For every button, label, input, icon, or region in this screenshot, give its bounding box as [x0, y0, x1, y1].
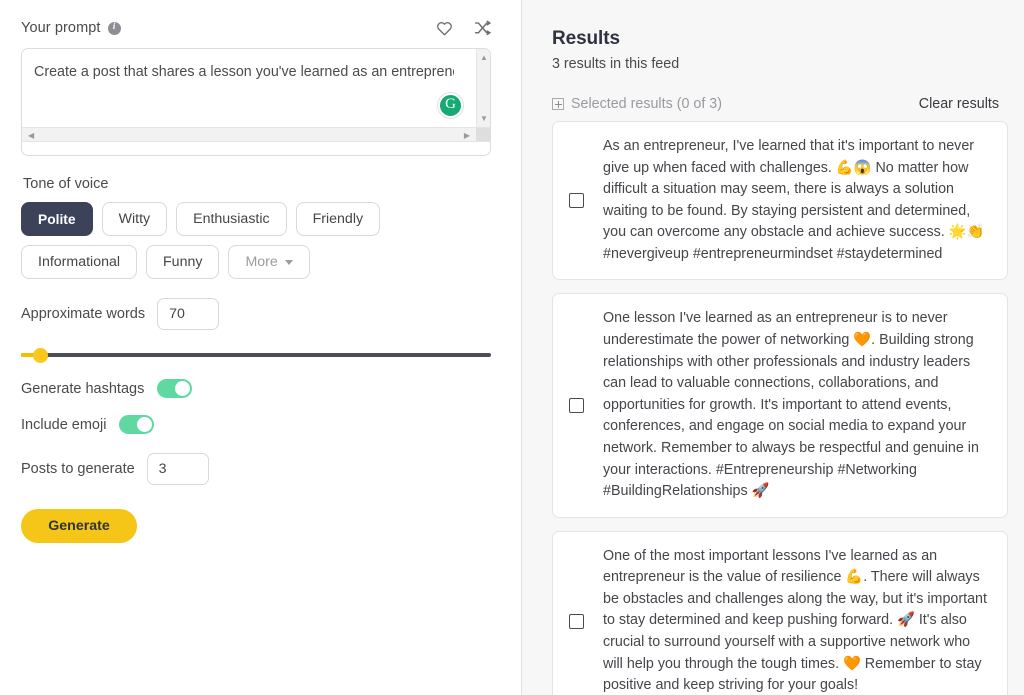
tone-button-witty[interactable]: Witty [101, 202, 168, 236]
prompt-label: Your prompt [21, 20, 101, 36]
result-checkbox[interactable] [569, 398, 584, 414]
scroll-left-icon[interactable]: ◀ [28, 131, 34, 140]
results-toolbar: Selected results (0 of 3) Clear results [552, 96, 1008, 112]
generate-hashtags-toggle[interactable] [157, 379, 193, 398]
tone-of-voice-label: Tone of voice [23, 176, 109, 192]
result-checkbox[interactable] [569, 613, 584, 629]
prompt-header-actions [436, 20, 491, 36]
tone-button-enthusiastic[interactable]: Enthusiastic [176, 202, 287, 236]
include-emoji-row: Include emoji [21, 415, 491, 434]
prompt-settings-panel: Your prompt i Create a post that shares … [0, 0, 522, 695]
result-text: One of the most important lessons I've l… [603, 547, 987, 694]
slider-track[interactable] [21, 353, 491, 357]
result-card[interactable]: As an entrepreneur, I've learned that it… [552, 121, 1008, 281]
generate-hashtags-row: Generate hashtags [21, 379, 491, 398]
generate-button[interactable]: Generate [21, 509, 137, 543]
grammarly-icon[interactable]: G [438, 93, 463, 118]
scroll-right-icon[interactable]: ▶ [464, 131, 470, 140]
info-icon[interactable]: i [107, 21, 121, 35]
generate-hashtags-label: Generate hashtags [21, 380, 145, 397]
result-checkbox[interactable] [569, 193, 584, 209]
grammarly-letter: G [445, 96, 456, 112]
result-card[interactable]: One of the most important lessons I've l… [552, 530, 1008, 695]
clear-results-button[interactable]: Clear results [919, 96, 999, 112]
results-list: As an entrepreneur, I've learned that it… [552, 121, 1008, 695]
chevron-down-icon [284, 259, 293, 265]
posts-to-generate-label: Posts to generate [21, 461, 135, 477]
tone-of-voice-options: Polite Witty Enthusiastic Friendly Infor… [21, 202, 473, 279]
selected-results-label: Selected results (0 of 3) [571, 96, 722, 112]
tone-button-friendly[interactable]: Friendly [295, 202, 381, 236]
scroll-down-icon[interactable]: ▼ [480, 114, 488, 123]
posts-to-generate-input[interactable] [146, 453, 209, 485]
slider-thumb[interactable] [33, 348, 48, 363]
approximate-words-row: Approximate words [21, 298, 491, 330]
results-panel: Results 3 results in this feed Selected … [522, 0, 1024, 695]
toggle-knob [175, 381, 191, 396]
heart-icon[interactable] [436, 20, 453, 36]
prompt-vertical-scrollbar[interactable]: ▲ ▼ [476, 49, 490, 127]
toggle-knob [137, 417, 153, 432]
results-title: Results [552, 28, 620, 49]
expand-plus-icon [552, 98, 564, 110]
posts-to-generate-row: Posts to generate [21, 453, 491, 485]
shuffle-icon[interactable] [474, 20, 491, 36]
result-card[interactable]: One lesson I've learned as an entreprene… [552, 293, 1008, 518]
approximate-words-slider[interactable] [21, 348, 491, 363]
prompt-horizontal-scrollbar[interactable]: ◀ ▶ [22, 127, 490, 142]
app-root: Your prompt i Create a post that shares … [0, 0, 1024, 695]
scroll-up-icon[interactable]: ▲ [480, 53, 488, 62]
approximate-words-label: Approximate words [21, 306, 146, 322]
tone-more-label: More [245, 254, 278, 270]
prompt-input[interactable] [34, 63, 454, 83]
result-text: One lesson I've learned as an entreprene… [603, 310, 979, 500]
result-text: As an entrepreneur, I've learned that it… [603, 138, 985, 262]
include-emoji-label: Include emoji [21, 416, 107, 433]
prompt-textarea-container[interactable]: G ▲ ▼ ◀ ▶ [21, 48, 491, 156]
selected-results-toggle[interactable]: Selected results (0 of 3) [552, 96, 722, 112]
approximate-words-input[interactable] [157, 298, 220, 330]
tone-button-funny[interactable]: Funny [146, 245, 220, 279]
results-count: 3 results in this feed [552, 56, 680, 72]
include-emoji-toggle[interactable] [119, 415, 155, 434]
tone-button-informational[interactable]: Informational [21, 245, 138, 279]
tone-more-button[interactable]: More [228, 245, 310, 279]
tone-button-polite[interactable]: Polite [21, 202, 93, 236]
scroll-corner [476, 128, 490, 141]
prompt-header: Your prompt i [21, 16, 491, 40]
